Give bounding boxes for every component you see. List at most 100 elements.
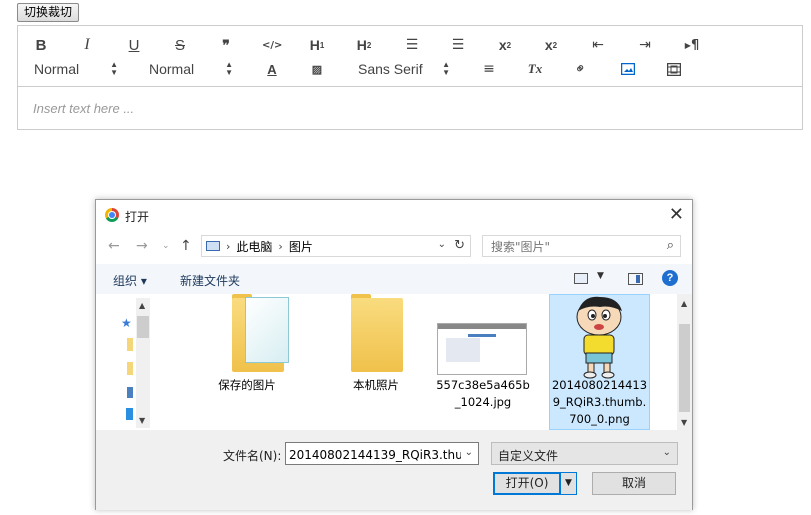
file-name-line-2: _1024.jpg — [454, 395, 512, 409]
forward-arrow-icon[interactable]: → — [136, 238, 148, 254]
nav-pane-scrollbar[interactable]: ▲ ▼ — [136, 298, 150, 428]
filename-input[interactable] — [286, 443, 463, 466]
back-arrow-icon[interactable]: ← — [108, 238, 120, 254]
subscript-sub: 2 — [506, 40, 512, 50]
subscript-button[interactable]: x2 — [496, 33, 514, 57]
size-picker-1[interactable]: Normal ▲ ▼ — [34, 57, 118, 81]
header1-label: H — [309, 37, 320, 53]
link-icon[interactable]: ⚭ — [566, 54, 596, 84]
editor-placeholder: Insert text here ... — [33, 101, 135, 116]
size-picker-1-label: Normal — [34, 61, 80, 77]
superscript-button[interactable]: x2 — [542, 33, 560, 57]
font-picker[interactable]: Sans Serif ▲ ▼ — [358, 57, 450, 81]
chevron-down-icon[interactable]: ⌄ — [438, 239, 446, 250]
updown-arrow-icon: ▲ ▼ — [110, 60, 118, 77]
code-button[interactable]: </> — [262, 33, 282, 57]
chevron-down-icon: ⌄ — [662, 447, 671, 458]
image-thumbnail — [437, 323, 527, 375]
file-item[interactable]: 保存的图片 — [196, 294, 298, 430]
strike-button[interactable]: S — [171, 33, 189, 57]
up-arrow-icon[interactable]: ↑ — [180, 238, 192, 254]
help-icon[interactable]: ? — [662, 270, 678, 286]
folder-icon — [351, 298, 403, 372]
align-button[interactable]: ≡ — [480, 57, 498, 81]
folder-icon[interactable] — [127, 338, 133, 351]
editor-content[interactable]: Insert text here ... — [17, 86, 803, 130]
breadcrumb-pictures[interactable]: 图片 — [289, 238, 313, 255]
command-bar: 组织 ▾ 新建文件夹 ▼ ? — [96, 264, 692, 294]
scrollbar-thumb[interactable] — [137, 316, 149, 338]
scrollbar-thumb[interactable] — [679, 324, 690, 412]
italic-button[interactable]: I — [78, 33, 96, 57]
header1-button[interactable]: H1 — [308, 33, 326, 57]
ordered-list-button[interactable]: ☰ — [403, 33, 421, 57]
size-picker-2[interactable]: Normal ▲ ▼ — [149, 57, 233, 81]
header2-button[interactable]: H2 — [355, 33, 373, 57]
indent-decrease-button[interactable]: ⇤ — [589, 33, 607, 57]
superscript-label: x — [544, 37, 553, 53]
clean-format-button[interactable]: Tx — [526, 57, 544, 81]
updown-arrow-icon: ▲ ▼ — [225, 60, 233, 77]
refresh-icon[interactable]: ↻ — [454, 238, 465, 253]
chevron-right-icon: › — [226, 239, 231, 253]
chrome-icon — [105, 208, 119, 222]
direction-button[interactable]: ▶ ¶ — [683, 33, 701, 57]
underline-button[interactable]: U — [125, 33, 143, 57]
view-mode-icon[interactable] — [574, 273, 588, 284]
search-input[interactable] — [483, 236, 663, 258]
dialog-title: 打开 — [125, 210, 150, 224]
this-pc-icon[interactable] — [127, 387, 133, 398]
address-bar[interactable]: › 此电脑 › 图片 ⌄ ↻ — [201, 235, 471, 257]
scroll-up-icon[interactable]: ▲ — [139, 301, 145, 310]
video-button[interactable] — [665, 57, 683, 81]
subscript-label: x — [498, 37, 507, 53]
text-color-button[interactable]: A — [263, 57, 281, 81]
superscript-sup: 2 — [552, 40, 558, 50]
filename-field[interactable]: ⌄ — [285, 442, 479, 466]
scroll-up-icon[interactable]: ▲ — [681, 299, 687, 308]
updown-arrow-icon: ▲ ▼ — [442, 60, 450, 77]
drive-icon[interactable] — [126, 408, 133, 420]
navigation-bar: ← → ⌄ ↑ › 此电脑 › 图片 ⌄ ↻ ⌕ — [96, 234, 692, 260]
chevron-down-icon[interactable]: ⌄ — [465, 447, 473, 458]
cancel-button[interactable]: 取消 — [592, 472, 676, 495]
open-split-dropdown[interactable]: ▼ — [561, 472, 577, 495]
recent-dropdown-icon[interactable]: ⌄ — [162, 241, 170, 251]
organize-button[interactable]: 组织 ▾ — [113, 272, 147, 289]
file-name: 保存的图片 — [218, 378, 276, 392]
new-folder-button[interactable]: 新建文件夹 — [180, 272, 240, 289]
open-file-dialog: 打开 ✕ ← → ⌄ ↑ › 此电脑 › 图片 ⌄ ↻ ⌕ 组织 ▾ 新建文件夹… — [95, 199, 693, 510]
blockquote-button[interactable]: ❞ — [217, 33, 235, 57]
quick-access-star-icon[interactable]: ★ — [121, 316, 132, 330]
direction-label: ¶ — [690, 37, 700, 53]
filetype-select[interactable]: 自定义文件 ⌄ — [491, 442, 678, 465]
preview-pane-icon[interactable] — [628, 273, 643, 285]
bold-button[interactable]: B — [32, 33, 50, 57]
search-icon: ⌕ — [666, 238, 674, 253]
breadcrumb-this-pc[interactable]: 此电脑 — [236, 238, 272, 255]
file-item[interactable]: 557c38e5a465b _1024.jpg — [432, 294, 534, 430]
open-button[interactable]: 打开(O) — [493, 472, 561, 495]
close-icon[interactable]: ✕ — [669, 204, 684, 225]
file-item[interactable]: 本机照片 — [325, 294, 427, 430]
scroll-down-icon[interactable]: ▼ — [681, 418, 687, 427]
search-box[interactable]: ⌕ — [482, 235, 681, 258]
indent-increase-button[interactable]: ⇥ — [636, 33, 654, 57]
image-icon — [621, 63, 635, 75]
folder-icon[interactable] — [127, 362, 133, 375]
bullet-list-button[interactable]: ☰ — [449, 33, 467, 57]
scroll-down-icon[interactable]: ▼ — [139, 416, 145, 425]
toolbar-row-1: B I U S ❞ </> H1 H2 ☰ ☰ x2 x2 ⇤ ⇥ ▶ ¶ — [18, 33, 802, 57]
toggle-crop-button[interactable]: 切换裁切 — [17, 3, 80, 22]
file-list-scrollbar[interactable]: ▲ ▼ — [677, 294, 692, 430]
header1-sub: 1 — [319, 40, 325, 50]
file-name: 本机照片 — [353, 378, 399, 392]
file-name-line-1: 557c38e5a465b — [436, 378, 530, 392]
book-thumbnail — [245, 297, 289, 363]
video-icon — [667, 62, 681, 76]
file-item-selected[interactable]: 2014080214413 9_RQiR3.thumb. 700_0.png — [549, 294, 650, 430]
thumbnail-logo — [468, 334, 496, 337]
background-color-button[interactable]: ▨ — [308, 57, 326, 81]
image-button[interactable] — [619, 57, 637, 81]
chevron-down-icon[interactable]: ▼ — [597, 271, 604, 281]
